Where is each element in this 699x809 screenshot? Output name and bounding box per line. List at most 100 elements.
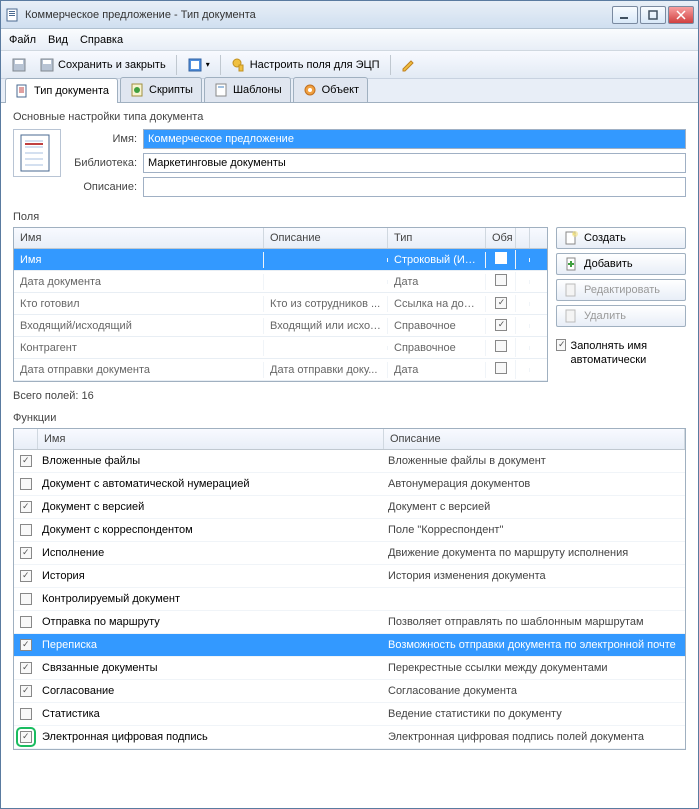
document-icon <box>14 83 30 99</box>
checkbox-icon[interactable] <box>20 685 32 697</box>
table-row[interactable]: Кто готовилКто из сотрудников ...Ссылка … <box>14 293 547 315</box>
menubar: Файл Вид Справка <box>1 29 698 51</box>
minimize-button[interactable] <box>612 6 638 24</box>
col-type[interactable]: Тип <box>388 228 486 248</box>
list-item[interactable]: Вложенные файлыВложенные файлы в докумен… <box>14 450 685 473</box>
checkbox-icon[interactable] <box>20 524 32 536</box>
list-item[interactable]: Документ с версиейДокумент с версией <box>14 496 685 519</box>
tab-object[interactable]: Объект <box>293 77 368 102</box>
menu-file[interactable]: Файл <box>9 34 36 46</box>
list-item[interactable]: Связанные документыПерекрестные ссылки м… <box>14 657 685 680</box>
tab-scripts[interactable]: Скрипты <box>120 77 202 102</box>
list-item[interactable]: ИсторияИстория изменения документа <box>14 565 685 588</box>
checkbox-icon[interactable] <box>20 662 32 674</box>
list-item[interactable]: СогласованиеСогласование документа <box>14 680 685 703</box>
checkbox-icon[interactable] <box>495 297 507 309</box>
list-item[interactable]: СтатистикаВедение статистики по документ… <box>14 703 685 726</box>
window-icon <box>5 7 21 23</box>
fn-col-desc[interactable]: Описание <box>384 429 685 449</box>
checkbox-icon[interactable] <box>495 362 507 374</box>
list-item[interactable]: Документ с корреспондентомПоле "Корреспо… <box>14 519 685 542</box>
name-label: Имя: <box>69 133 143 145</box>
section-title: Основные настройки типа документа <box>13 111 686 123</box>
add-icon <box>563 256 579 272</box>
checkbox-icon[interactable] <box>20 708 32 720</box>
form-type-icon <box>13 129 61 177</box>
save-close-button[interactable]: Сохранить и закрыть <box>35 55 170 75</box>
table-row[interactable]: ИмяСтроковый (Инд... <box>14 249 547 271</box>
checkbox-icon[interactable] <box>495 319 507 331</box>
script-icon <box>129 82 145 98</box>
table-row[interactable]: КонтрагентСправочное <box>14 337 547 359</box>
checkbox-icon[interactable] <box>20 570 32 582</box>
delete-button[interactable]: Удалить <box>556 305 686 327</box>
side-buttons: Создать Добавить Редактировать Удалить З… <box>556 227 686 382</box>
list-item[interactable]: ПерепискаВозможность отправки документа … <box>14 634 685 657</box>
save-button[interactable] <box>7 55 31 75</box>
library-input[interactable] <box>143 153 686 173</box>
checkbox-icon[interactable] <box>20 547 32 559</box>
desc-input[interactable] <box>143 177 686 197</box>
configure-eds-button[interactable]: Настроить поля для ЭЦП <box>227 55 384 75</box>
table-row[interactable]: Дата отправки документаДата отправки док… <box>14 359 547 381</box>
autofill-checkbox[interactable]: Заполнять имя автоматически <box>556 339 686 368</box>
col-desc[interactable]: Описание <box>264 228 388 248</box>
functions-table: Имя Описание Вложенные файлыВложенные фа… <box>13 428 686 750</box>
table-row[interactable]: Входящий/исходящийВходящий или исход...С… <box>14 315 547 337</box>
delete-icon <box>563 308 579 324</box>
template-icon <box>213 82 229 98</box>
toolbar: Сохранить и закрыть ▾ Настроить поля для… <box>1 51 698 79</box>
col-name[interactable]: Имя <box>14 228 264 248</box>
desc-label: Описание: <box>69 181 143 193</box>
library-label: Библиотека: <box>69 157 143 169</box>
checkbox-icon[interactable] <box>20 639 32 651</box>
new-icon <box>563 230 579 246</box>
list-item[interactable]: ИсполнениеДвижение документа по маршруту… <box>14 542 685 565</box>
list-item[interactable]: Документ с автоматической нумерациейАвто… <box>14 473 685 496</box>
functions-label: Функции <box>13 412 686 424</box>
window: Коммерческое предложение - Тип документа… <box>0 0 699 809</box>
maximize-button[interactable] <box>640 6 666 24</box>
checkbox-icon[interactable] <box>495 340 507 352</box>
checkbox-icon[interactable] <box>20 616 32 628</box>
list-item[interactable]: Электронная цифровая подписьЭлектронная … <box>14 726 685 749</box>
edit-icon-button[interactable] <box>397 55 421 75</box>
functions-header: Имя Описание <box>14 429 685 450</box>
edit-icon <box>563 282 579 298</box>
table-row[interactable]: Дата документаДата <box>14 271 547 293</box>
checkbox-icon[interactable] <box>495 252 507 264</box>
total-fields-label: Всего полей: 16 <box>13 390 686 402</box>
checkbox-icon[interactable] <box>20 593 32 605</box>
edit-button[interactable]: Редактировать <box>556 279 686 301</box>
checkbox-icon[interactable] <box>495 274 507 286</box>
tab-templates[interactable]: Шаблоны <box>204 77 291 102</box>
separator <box>176 55 177 75</box>
form-area: Имя: Библиотека: Описание: <box>13 129 686 201</box>
tab-document-type[interactable]: Тип документа <box>5 78 118 103</box>
content: Основные настройки типа документа Имя: Б… <box>1 103 698 808</box>
list-item[interactable]: Контролируемый документ <box>14 588 685 611</box>
dropdown-button[interactable]: ▾ <box>183 55 214 75</box>
window-title: Коммерческое предложение - Тип документа <box>25 9 610 21</box>
menu-help[interactable]: Справка <box>80 34 123 46</box>
list-item[interactable]: Отправка по маршрутуПозволяет отправлять… <box>14 611 685 634</box>
checkbox-icon[interactable] <box>20 478 32 490</box>
name-input[interactable] <box>143 129 686 149</box>
col-req[interactable]: Обя <box>486 228 516 248</box>
create-button[interactable]: Создать <box>556 227 686 249</box>
checkbox-icon[interactable] <box>20 501 32 513</box>
checkbox-icon[interactable] <box>20 455 32 467</box>
checkbox-icon <box>556 339 566 351</box>
checkbox-icon[interactable] <box>20 731 32 743</box>
object-icon <box>302 82 318 98</box>
fields-table: Имя Описание Тип Обя ИмяСтроковый (Инд..… <box>13 227 548 382</box>
titlebar: Коммерческое предложение - Тип документа <box>1 1 698 29</box>
separator <box>390 55 391 75</box>
separator <box>220 55 221 75</box>
fn-col-name[interactable]: Имя <box>38 429 384 449</box>
add-button[interactable]: Добавить <box>556 253 686 275</box>
tabbar: Тип документа Скрипты Шаблоны Объект <box>1 79 698 103</box>
menu-view[interactable]: Вид <box>48 34 68 46</box>
fields-header: Имя Описание Тип Обя <box>14 228 547 249</box>
close-button[interactable] <box>668 6 694 24</box>
